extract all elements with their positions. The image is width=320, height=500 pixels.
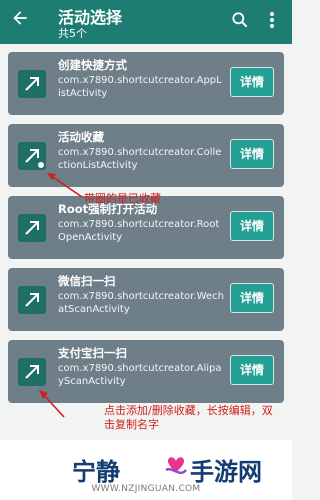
annotation-arrow-icon xyxy=(47,173,83,198)
brand-logo-icon xyxy=(165,457,187,475)
page-subtitle: 共5个 xyxy=(58,27,87,40)
activity-package: com.x7890.shortcutcreator.AppListActivit… xyxy=(58,75,222,99)
activity-card[interactable]: 创建快捷方式 com.x7890.shortcutcreator.AppList… xyxy=(8,52,284,115)
details-button[interactable]: 详情 xyxy=(230,67,274,97)
details-button[interactable]: 详情 xyxy=(230,283,274,313)
activity-package: com.x7890.shortcutcreator.WechatScanActi… xyxy=(58,291,224,315)
activity-card[interactable]: 微信扫一扫 com.x7890.shortcutcreator.WechatSc… xyxy=(8,268,284,331)
shortcut-arrow-icon xyxy=(18,286,46,314)
search-icon[interactable] xyxy=(230,10,250,30)
watermark-url: WWW.NZJINGUAN.COM xyxy=(91,484,201,494)
activity-name: 活动收藏 xyxy=(58,130,104,144)
details-button[interactable]: 详情 xyxy=(230,139,274,169)
back-arrow-icon[interactable] xyxy=(10,8,30,28)
activity-name: 支付宝扫一扫 xyxy=(58,346,127,360)
activity-name: 创建快捷方式 xyxy=(58,58,127,72)
app-bar: 活动选择 共5个 xyxy=(0,0,292,44)
collected-annotation: 带圈的是已收藏 xyxy=(84,192,161,205)
more-options-icon[interactable] xyxy=(265,10,279,30)
activity-name: 微信扫一扫 xyxy=(58,274,116,288)
shortcut-arrow-icon xyxy=(18,214,46,242)
shortcut-arrow-icon xyxy=(18,358,46,386)
details-button[interactable]: 详情 xyxy=(230,355,274,385)
annotation-arrow-icon xyxy=(39,390,65,418)
activity-package: com.x7890.shortcutcreator.RootOpenActivi… xyxy=(58,219,220,243)
brand-text-right: 手游网 xyxy=(190,458,262,486)
activity-package: com.x7890.shortcutcreator.AlipayScanActi… xyxy=(58,363,222,387)
usage-annotation: 点击添加/删除收藏，长按编辑，双击复制名字 xyxy=(104,404,273,431)
brand-text-left: 宁静 xyxy=(72,458,120,486)
details-button[interactable]: 详情 xyxy=(230,211,274,241)
shortcut-arrow-icon xyxy=(18,70,46,98)
